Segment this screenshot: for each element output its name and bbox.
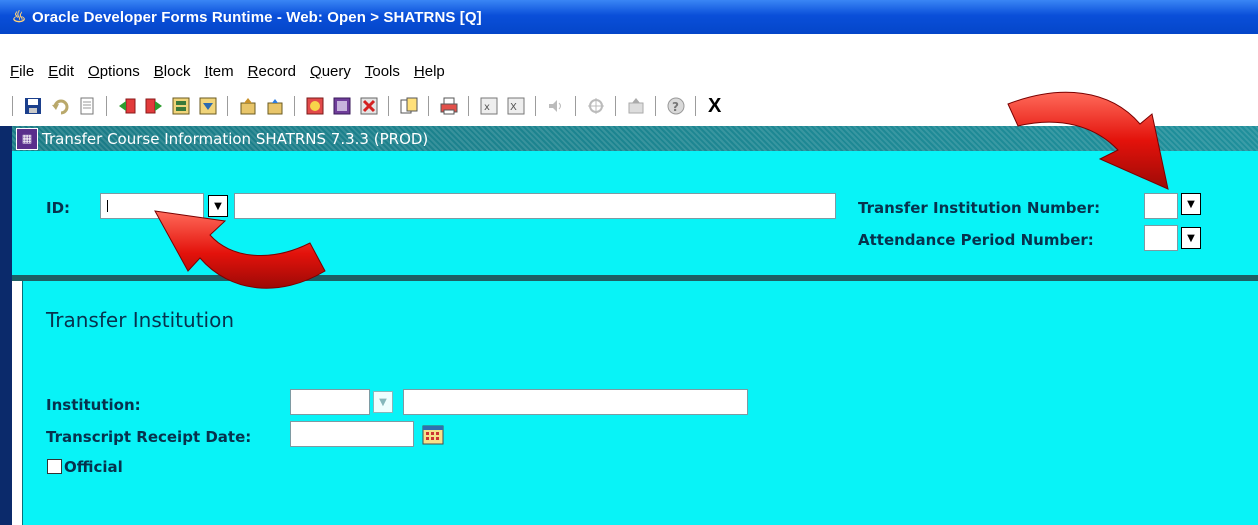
previous-block-icon[interactable] xyxy=(143,96,164,117)
menu-block[interactable]: Block xyxy=(152,63,193,80)
insert-record-icon[interactable] xyxy=(304,96,325,117)
calendar-icon[interactable] xyxy=(422,425,444,445)
toolbar-separator xyxy=(294,96,295,116)
extract-icon[interactable] xyxy=(625,96,646,117)
toolbar-separator xyxy=(535,96,536,116)
id-label: ID: xyxy=(46,199,71,217)
menu-help[interactable]: Help xyxy=(412,63,447,80)
enter-query-icon[interactable] xyxy=(237,96,258,117)
execute-query-icon[interactable] xyxy=(264,96,285,117)
crosshair-icon[interactable] xyxy=(585,96,606,117)
menu-record[interactable]: Record xyxy=(246,63,298,80)
print-icon[interactable] xyxy=(438,96,459,117)
institution-label: Institution: xyxy=(46,396,141,414)
menu-item[interactable]: Item xyxy=(202,63,235,80)
window-title-bar: ♨ Oracle Developer Forms Runtime - Web: … xyxy=(0,0,1258,34)
transcript-receipt-date-field[interactable] xyxy=(290,421,414,447)
help-icon[interactable]: ? xyxy=(665,96,686,117)
toolbar-separator xyxy=(695,96,696,116)
toolbar-separator xyxy=(468,96,469,116)
toolbar-separator xyxy=(12,96,13,116)
toolbar-separator xyxy=(615,96,616,116)
save-icon[interactable] xyxy=(22,96,43,117)
menu-query[interactable]: Query xyxy=(308,63,353,80)
red-arrow-annotation xyxy=(154,210,326,289)
institution-lookup-dropdown[interactable]: ▼ xyxy=(373,391,393,413)
svg-text:?: ? xyxy=(672,100,679,114)
delete-record-icon[interactable] xyxy=(358,96,379,117)
menu-bar: File Edit Options Block Item Record Quer… xyxy=(0,58,1258,85)
speaker-icon[interactable] xyxy=(545,96,566,117)
menu-options[interactable]: Options xyxy=(86,63,142,80)
duplicate-record-icon[interactable] xyxy=(398,96,419,117)
official-label: Official xyxy=(64,458,123,476)
print-page-icon[interactable] xyxy=(76,96,97,117)
menu-tools[interactable]: Tools xyxy=(363,63,402,80)
svg-text:x: x xyxy=(484,102,490,113)
toolbar-separator xyxy=(227,96,228,116)
toolbar-separator xyxy=(428,96,429,116)
toolbar-separator xyxy=(655,96,656,116)
window-title: Oracle Developer Forms Runtime - Web: Op… xyxy=(32,8,482,26)
clear-form-icon[interactable]: X xyxy=(505,96,526,117)
toolbar-separator xyxy=(388,96,389,116)
form-title: Transfer Course Information SHATRNS 7.3.… xyxy=(42,129,429,148)
transcript-receipt-date-label: Transcript Receipt Date: xyxy=(46,428,252,446)
rollback-icon[interactable] xyxy=(49,96,70,117)
red-arrow-annotation xyxy=(1007,91,1169,190)
text-cursor xyxy=(107,200,108,212)
java-cup-icon: ♨ xyxy=(11,9,27,26)
toolbar-separator xyxy=(106,96,107,116)
svg-text:X: X xyxy=(510,102,517,113)
attendance-period-number-field[interactable] xyxy=(1144,225,1178,251)
attendance-period-number-label: Attendance Period Number: xyxy=(858,231,1094,249)
section-left-border xyxy=(12,281,22,525)
menu-edit[interactable]: Edit xyxy=(46,63,76,80)
institution-description-field[interactable] xyxy=(403,389,748,415)
window-left-edge xyxy=(0,126,12,525)
clear-field-icon[interactable]: x xyxy=(478,96,499,117)
menu-file[interactable]: File xyxy=(8,63,36,80)
official-checkbox[interactable] xyxy=(47,459,62,474)
exit-button[interactable]: X xyxy=(708,95,721,118)
next-block-icon[interactable] xyxy=(116,96,137,117)
attendance-period-number-dropdown[interactable]: ▼ xyxy=(1181,227,1201,249)
previous-record-icon[interactable] xyxy=(197,96,218,117)
institution-code-field[interactable] xyxy=(290,389,370,415)
toolbar-separator xyxy=(575,96,576,116)
next-record-icon[interactable] xyxy=(170,96,191,117)
section-title: Transfer Institution xyxy=(46,308,234,332)
form-icon: ▦ xyxy=(16,127,38,150)
remove-record-icon[interactable] xyxy=(331,96,352,117)
